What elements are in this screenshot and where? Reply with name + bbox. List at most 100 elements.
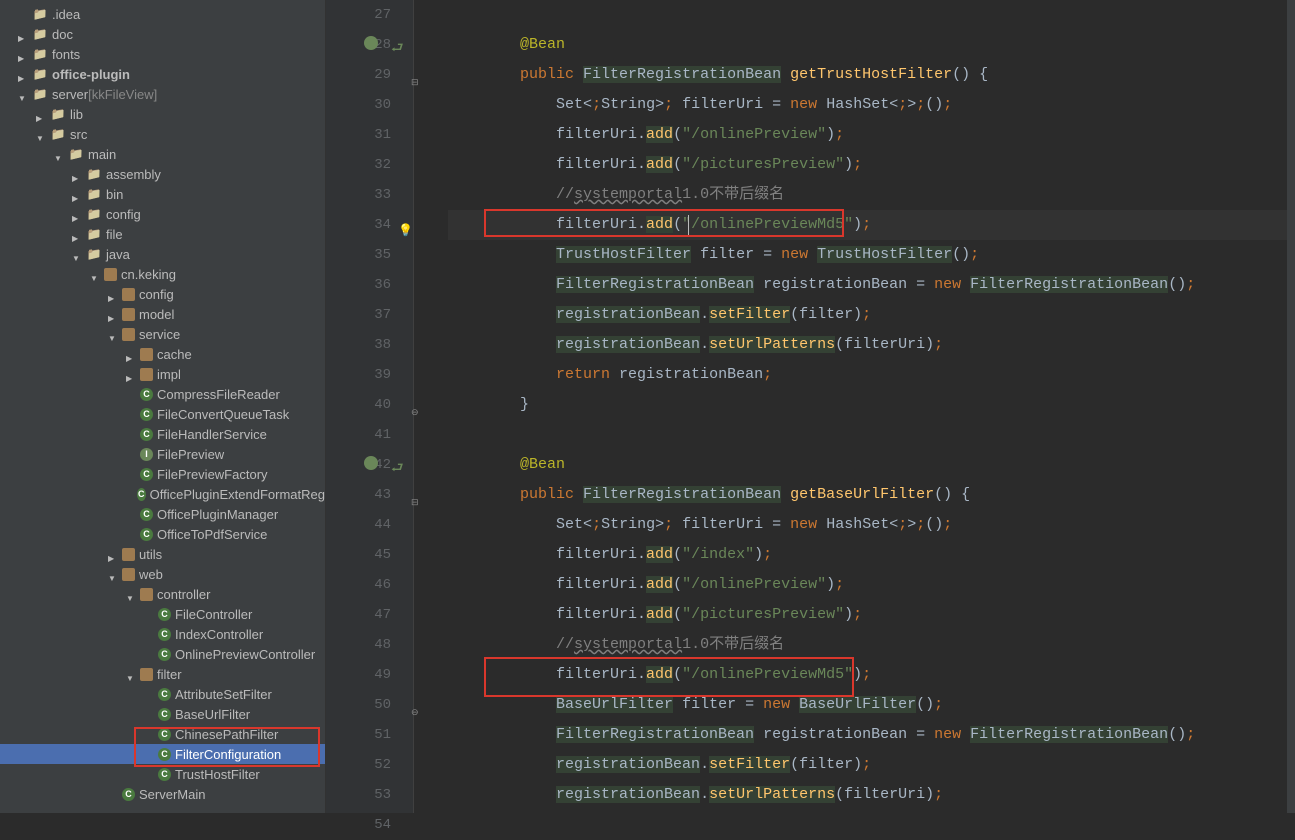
tree-item-file[interactable]: file [0,224,325,244]
expand-arrow[interactable] [126,369,136,379]
expand-arrow[interactable] [18,89,28,99]
code-line-39[interactable]: return registrationBean; [448,360,1295,390]
code-area[interactable]: @Bean public FilterRegistrationBean getT… [414,0,1295,813]
code-line-54[interactable] [448,810,1295,840]
tree-item-utils[interactable]: utils [0,544,325,564]
code-line-53[interactable]: registrationBean.setUrlPatterns(filterUr… [448,780,1295,810]
code-line-31[interactable]: filterUri.add("/onlinePreview"); [448,120,1295,150]
tree-item-lib[interactable]: lib [0,104,325,124]
code-line-41[interactable] [448,420,1295,450]
tree-item-service[interactable]: service [0,324,325,344]
code-line-27[interactable] [448,0,1295,30]
expand-arrow[interactable] [108,289,118,299]
bean-gutter-icon[interactable]: ⮐ [391,34,404,64]
tree-item--idea[interactable]: .idea [0,4,325,24]
expand-arrow[interactable] [126,349,136,359]
code-line-44[interactable]: Set<;String>; filterUri = new HashSet<;>… [448,510,1295,540]
expand-arrow[interactable] [18,29,28,39]
tree-item-filter[interactable]: filter [0,664,325,684]
tree-item-config[interactable]: config [0,284,325,304]
tree-item-cn-keking[interactable]: cn.keking [0,264,325,284]
tree-item-baseurlfilter[interactable]: BaseUrlFilter [0,704,325,724]
tree-item-filepreviewfactory[interactable]: FilePreviewFactory [0,464,325,484]
code-line-52[interactable]: registrationBean.setFilter(filter); [448,750,1295,780]
spring-bean-icon[interactable] [364,456,378,470]
tree-item-onlinepreviewcontroller[interactable]: OnlinePreviewController [0,644,325,664]
tree-item-fileconvertqueuetask[interactable]: FileConvertQueueTask [0,404,325,424]
tree-item-fonts[interactable]: fonts [0,44,325,64]
code-editor[interactable]: 2728293031323334353637383940414243444546… [326,0,1295,813]
tree-item-main[interactable]: main [0,144,325,164]
project-tree[interactable]: .ideadocfontsoffice-pluginserver [kkFile… [0,0,326,813]
tree-item-chinesepathfilter[interactable]: ChinesePathFilter [0,724,325,744]
tree-item-officepluginmanager[interactable]: OfficePluginManager [0,504,325,524]
code-line-42[interactable]: @Bean [448,450,1295,480]
tree-item-servermain[interactable]: ServerMain [0,784,325,804]
code-line-28[interactable]: @Bean [448,30,1295,60]
tree-item-controller[interactable]: controller [0,584,325,604]
tree-item-bin[interactable]: bin [0,184,325,204]
tree-item-config[interactable]: config [0,204,325,224]
tree-item-src[interactable]: src [0,124,325,144]
expand-arrow[interactable] [72,169,82,179]
tree-item-cache[interactable]: cache [0,344,325,364]
intention-bulb-icon[interactable]: 💡 [398,216,413,246]
tree-item-officetopdfservice[interactable]: OfficeToPdfService [0,524,325,544]
expand-arrow[interactable] [108,549,118,559]
scrollbar[interactable] [1287,0,1295,813]
tree-item-officepluginextendformatreg[interactable]: OfficePluginExtendFormatReg [0,484,325,504]
line-number: 49 [326,660,391,690]
tree-item-java[interactable]: java [0,244,325,264]
code-line-35[interactable]: TrustHostFilter filter = new TrustHostFi… [448,240,1295,270]
expand-arrow[interactable] [108,309,118,319]
tree-item-filecontroller[interactable]: FileController [0,604,325,624]
expand-arrow[interactable] [126,589,136,599]
tree-item-filehandlerservice[interactable]: FileHandlerService [0,424,325,444]
code-line-46[interactable]: filterUri.add("/onlinePreview"); [448,570,1295,600]
spring-bean-icon[interactable] [364,36,378,50]
code-line-30[interactable]: Set<;String>; filterUri = new HashSet<;>… [448,90,1295,120]
expand-arrow[interactable] [72,249,82,259]
tree-item-doc[interactable]: doc [0,24,325,44]
code-line-50[interactable]: BaseUrlFilter filter = new BaseUrlFilter… [448,690,1295,720]
code-line-32[interactable]: filterUri.add("/picturesPreview"); [448,150,1295,180]
code-line-29[interactable]: public FilterRegistrationBean getTrustHo… [448,60,1295,90]
code-line-36[interactable]: FilterRegistrationBean registrationBean … [448,270,1295,300]
code-line-51[interactable]: FilterRegistrationBean registrationBean … [448,720,1295,750]
code-line-45[interactable]: filterUri.add("/index"); [448,540,1295,570]
code-line-49[interactable]: filterUri.add("/onlinePreviewMd5"); [448,660,1295,690]
code-line-38[interactable]: registrationBean.setUrlPatterns(filterUr… [448,330,1295,360]
tree-item-impl[interactable]: impl [0,364,325,384]
tree-item-attributesetfilter[interactable]: AttributeSetFilter [0,684,325,704]
tree-item-trusthostfilter[interactable]: TrustHostFilter [0,764,325,784]
expand-arrow[interactable] [72,209,82,219]
expand-arrow[interactable] [36,129,46,139]
expand-arrow[interactable] [108,569,118,579]
tree-item-filepreview[interactable]: FilePreview [0,444,325,464]
expand-arrow[interactable] [18,69,28,79]
code-line-43[interactable]: public FilterRegistrationBean getBaseUrl… [448,480,1295,510]
expand-arrow[interactable] [72,189,82,199]
bean-gutter-icon[interactable]: ⮐ [391,454,404,484]
tree-item-compressfilereader[interactable]: CompressFileReader [0,384,325,404]
code-line-48[interactable]: //systemportal1.0不带后缀名 [448,630,1295,660]
expand-arrow[interactable] [54,149,64,159]
expand-arrow[interactable] [90,269,100,279]
tree-item-indexcontroller[interactable]: IndexController [0,624,325,644]
tree-item-office-plugin[interactable]: office-plugin [0,64,325,84]
code-line-37[interactable]: registrationBean.setFilter(filter); [448,300,1295,330]
tree-item-model[interactable]: model [0,304,325,324]
code-line-47[interactable]: filterUri.add("/picturesPreview"); [448,600,1295,630]
tree-item-assembly[interactable]: assembly [0,164,325,184]
expand-arrow[interactable] [126,669,136,679]
tree-item-web[interactable]: web [0,564,325,584]
code-line-40[interactable]: } [448,390,1295,420]
code-line-33[interactable]: //systemportal1.0不带后缀名 [448,180,1295,210]
expand-arrow[interactable] [36,109,46,119]
code-line-34[interactable]: filterUri.add("/onlinePreviewMd5"); [448,210,1295,240]
expand-arrow[interactable] [18,49,28,59]
tree-item-filterconfiguration[interactable]: FilterConfiguration [0,744,325,764]
expand-arrow[interactable] [108,329,118,339]
expand-arrow[interactable] [72,229,82,239]
tree-item-server[interactable]: server [kkFileView] [0,84,325,104]
